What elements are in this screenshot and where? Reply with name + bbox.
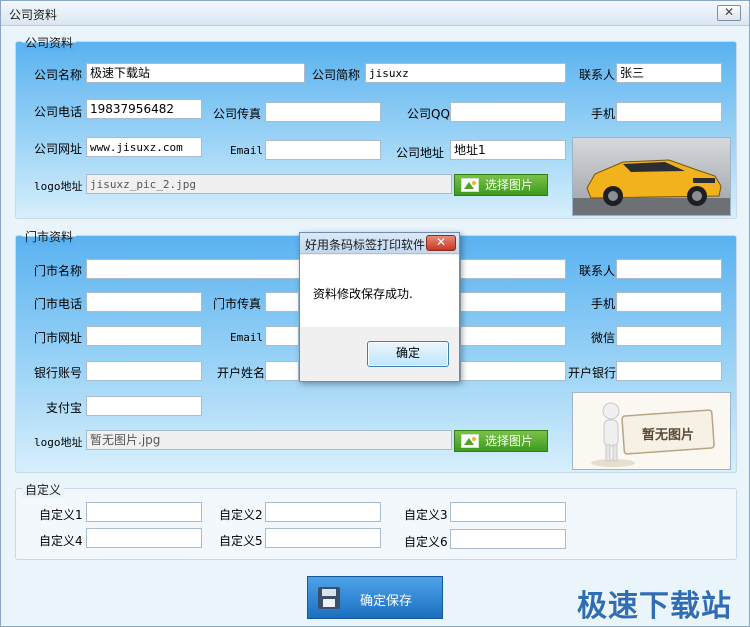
store-holder2-field[interactable] [460, 361, 566, 381]
store-contact-label: 联系人 [579, 264, 616, 278]
custom-legend: 自定义 [22, 481, 65, 498]
custom-label-6: 自定义6 [404, 535, 448, 549]
company-qq-label: 公司QQ [407, 107, 450, 121]
store-contact-field[interactable] [616, 259, 722, 279]
company-pick-image-label: 选择图片 [485, 178, 534, 192]
company-logo-field: jisuxz_pic_2.jpg [86, 174, 452, 194]
store-holder-field[interactable] [265, 361, 299, 381]
custom-field-1[interactable] [86, 502, 202, 522]
store-mobile-field[interactable] [616, 292, 722, 312]
company-mobile-field[interactable] [616, 102, 722, 122]
no-image-text: 暂无图片 [641, 428, 694, 443]
store-fax-field[interactable] [265, 292, 299, 312]
company-address-field[interactable]: 地址1 [450, 140, 566, 160]
store-name-field[interactable] [86, 259, 305, 279]
dialog-ok-button[interactable]: 确定 [367, 341, 449, 367]
store-alipay-label: 支付宝 [46, 401, 83, 415]
company-site-field[interactable]: www.jisuxz.com [86, 137, 202, 157]
store-holder-label: 开户姓名 [217, 366, 266, 380]
store-bank-field[interactable] [616, 361, 722, 381]
company-email-field[interactable] [265, 140, 381, 160]
store-logo-field: 暂无图片.jpg [86, 430, 452, 450]
custom-field-2[interactable] [265, 502, 381, 522]
custom-label-4: 自定义4 [39, 534, 83, 548]
store-logo-label: logo地址 [34, 436, 83, 449]
store-name-label: 门市名称 [34, 264, 83, 278]
store-address-field[interactable] [460, 326, 566, 346]
store-qq-field[interactable] [460, 292, 566, 312]
store-wechat-label: 微信 [591, 331, 616, 345]
store-account-label: 银行账号 [34, 366, 83, 380]
store-wechat-field[interactable] [616, 326, 722, 346]
custom-field-5[interactable] [265, 528, 381, 548]
custom-group: 自定义 [15, 481, 737, 560]
custom-label-1: 自定义1 [39, 508, 83, 522]
store-bank-label: 开户银行 [568, 366, 617, 380]
custom-field-6[interactable] [450, 529, 566, 549]
dialog-title: 好用条码标签打印软件 [305, 238, 426, 252]
store-fax-label: 门市传真 [213, 297, 262, 311]
picture-icon [461, 178, 479, 192]
save-success-dialog: 好用条码标签打印软件 ✕ 资料修改保存成功. 确定 [299, 232, 460, 382]
company-address-label: 公司地址 [396, 146, 445, 160]
store-mobile-label: 手机 [591, 297, 616, 311]
title-bar: 公司资料 ✕ [1, 1, 749, 26]
company-pick-image-button[interactable]: 选择图片 [454, 174, 548, 196]
confirm-save-label: 确定保存 [360, 594, 413, 609]
company-short-field[interactable]: jisuxz [365, 63, 566, 83]
company-legend: 公司资料 [22, 34, 77, 51]
company-name-label: 公司名称 [34, 68, 83, 82]
company-contact-field[interactable]: 张三 [616, 63, 722, 83]
floppy-disk-icon [318, 587, 340, 609]
picture-icon [461, 434, 479, 448]
confirm-save-button[interactable]: 确定保存 [307, 576, 443, 619]
company-short-label: 公司简称 [312, 68, 361, 82]
store-short-field[interactable] [460, 259, 566, 279]
store-phone-label: 门市电话 [34, 297, 83, 311]
dialog-body: 资料修改保存成功. [300, 255, 459, 327]
window-close-button[interactable]: ✕ [717, 5, 741, 21]
company-email-label: Email [230, 144, 264, 157]
store-pick-image-button[interactable]: 选择图片 [454, 430, 548, 452]
store-email-field[interactable] [265, 326, 299, 346]
company-logo-label: logo地址 [34, 180, 83, 193]
window-title: 公司资料 [9, 8, 58, 22]
company-phone-field[interactable]: 19837956482 [86, 99, 202, 119]
site-watermark: 极速下载站 [577, 589, 732, 624]
company-qq-field[interactable] [450, 102, 566, 122]
dialog-message: 资料修改保存成功. [313, 287, 413, 301]
company-mobile-label: 手机 [591, 107, 616, 121]
store-site-field[interactable] [86, 326, 202, 346]
company-contact-label: 联系人 [579, 68, 616, 82]
store-legend: 门市资料 [22, 228, 77, 245]
custom-label-5: 自定义5 [219, 534, 263, 548]
custom-label-2: 自定义2 [219, 508, 263, 522]
company-phone-label: 公司电话 [34, 105, 83, 119]
car-image [573, 138, 730, 215]
company-logo-preview [572, 137, 731, 216]
company-fax-field[interactable] [265, 102, 381, 122]
custom-field-3[interactable] [450, 502, 566, 522]
main-window: 公司资料 ✕ 公司资料 公司名称 极速下载站 公司简称 jisuxz 联系人 张… [0, 0, 750, 627]
store-logo-preview: 暂无图片 [572, 392, 731, 470]
dialog-close-button[interactable]: ✕ [426, 235, 456, 251]
store-email-label: Email [230, 331, 264, 344]
store-alipay-field[interactable] [86, 396, 202, 416]
store-pick-image-label: 选择图片 [485, 434, 534, 448]
custom-field-4[interactable] [86, 528, 202, 548]
company-name-field[interactable]: 极速下载站 [86, 63, 305, 83]
store-account-field[interactable] [86, 361, 202, 381]
store-site-label: 门市网址 [34, 331, 83, 345]
store-phone-field[interactable] [86, 292, 202, 312]
dialog-title-bar: 好用条码标签打印软件 ✕ [300, 233, 459, 254]
company-fax-label: 公司传真 [213, 107, 262, 121]
company-site-label: 公司网址 [34, 142, 83, 156]
custom-label-3: 自定义3 [404, 508, 448, 522]
